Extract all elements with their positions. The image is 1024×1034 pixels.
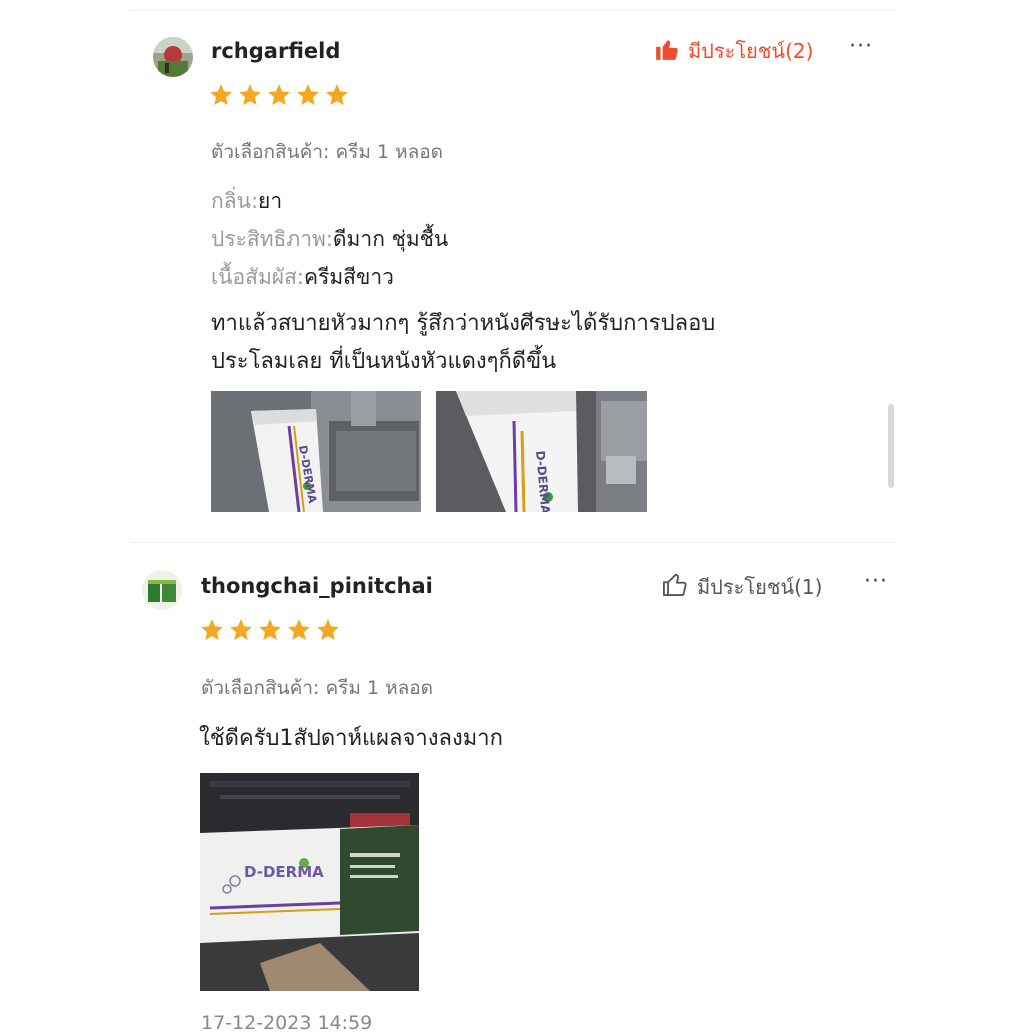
product-variant: ตัวเลือกสินค้า: ครีม 1 หลอด (211, 141, 443, 163)
star-icon (259, 619, 281, 640)
star-icon (230, 619, 252, 640)
attribute-effectiveness: ประสิทธิภาพ:ดีมาก ชุ่มชื้น (211, 223, 448, 256)
comment-line: ใช้ดีครับ1สัปดาห์แผลจางลงมาก (199, 726, 503, 751)
image-scrollbar[interactable] (888, 404, 894, 488)
review-comment: ทาแล้วสบายหัวมากๆ รู้สึกว่าหนังศีรษะได้ร… (211, 305, 715, 381)
helpful-count-label: มีประโยชน์(2) (688, 39, 814, 63)
star-icon (288, 619, 310, 640)
thumbs-up-filled-icon (654, 36, 680, 67)
review-divider (130, 542, 896, 543)
star-icon (201, 619, 223, 640)
star-icon (268, 84, 290, 105)
attribute-value: ครีมสีขาว (304, 265, 394, 289)
attribute-smell: กลิ่น:ยา (211, 185, 282, 218)
comment-line: ทาแล้วสบายหัวมากๆ รู้สึกว่าหนังศีรษะได้ร… (211, 311, 716, 336)
avatar[interactable] (142, 570, 182, 610)
attribute-key: กลิ่น: (211, 189, 259, 213)
review-item: rchgarfield มีประโยชน์(2) ··· ตัวเลือกสิ… (0, 0, 1024, 540)
star-rating (199, 617, 341, 643)
reviewer-username[interactable]: thongchai_pinitchai (201, 574, 433, 598)
review-item: thongchai_pinitchai มีประโยชน์(1) ··· ตั… (0, 548, 1024, 1034)
product-label: D-DERMA (244, 863, 324, 881)
attribute-texture: เนื้อสัมผัส:ครีมสีขาว (211, 261, 394, 294)
comment-line: ประโลมเลย ที่เป็นหนังหัวแดงๆก็ดีขึ้น (211, 349, 557, 374)
reviewer-username[interactable]: rchgarfield (211, 39, 340, 63)
attribute-value: ยา (258, 189, 283, 213)
star-icon (210, 84, 232, 105)
review-comment: ใช้ดีครับ1สัปดาห์แผลจางลงมาก (199, 720, 503, 758)
thumbs-up-outline-icon (661, 570, 689, 603)
star-rating (208, 82, 350, 108)
star-icon (239, 84, 261, 105)
star-icon (326, 84, 348, 105)
attribute-value: ดีมาก ชุ่มชื้น (332, 227, 449, 251)
more-options-icon[interactable]: ··· (864, 569, 888, 594)
star-icon (297, 84, 319, 105)
product-variant: ตัวเลือกสินค้า: ครีม 1 หลอด (201, 677, 433, 699)
attribute-key: เนื้อสัมผัส: (211, 265, 305, 289)
review-photo[interactable]: D-DERMA (436, 391, 647, 512)
review-photo[interactable]: D-DERMA (211, 391, 421, 512)
review-photo[interactable]: D-DERMA (200, 773, 419, 991)
helpful-button[interactable]: มีประโยชน์(2) (654, 35, 813, 67)
more-options-icon[interactable]: ··· (849, 34, 873, 59)
review-timestamp: 17-12-2023 14:59 (201, 1012, 373, 1034)
star-icon (317, 619, 339, 640)
attribute-key: ประสิทธิภาพ: (211, 227, 333, 251)
avatar[interactable] (153, 37, 193, 77)
helpful-button[interactable]: มีประโยชน์(1) (661, 570, 822, 603)
helpful-count-label: มีประโยชน์(1) (697, 574, 823, 599)
